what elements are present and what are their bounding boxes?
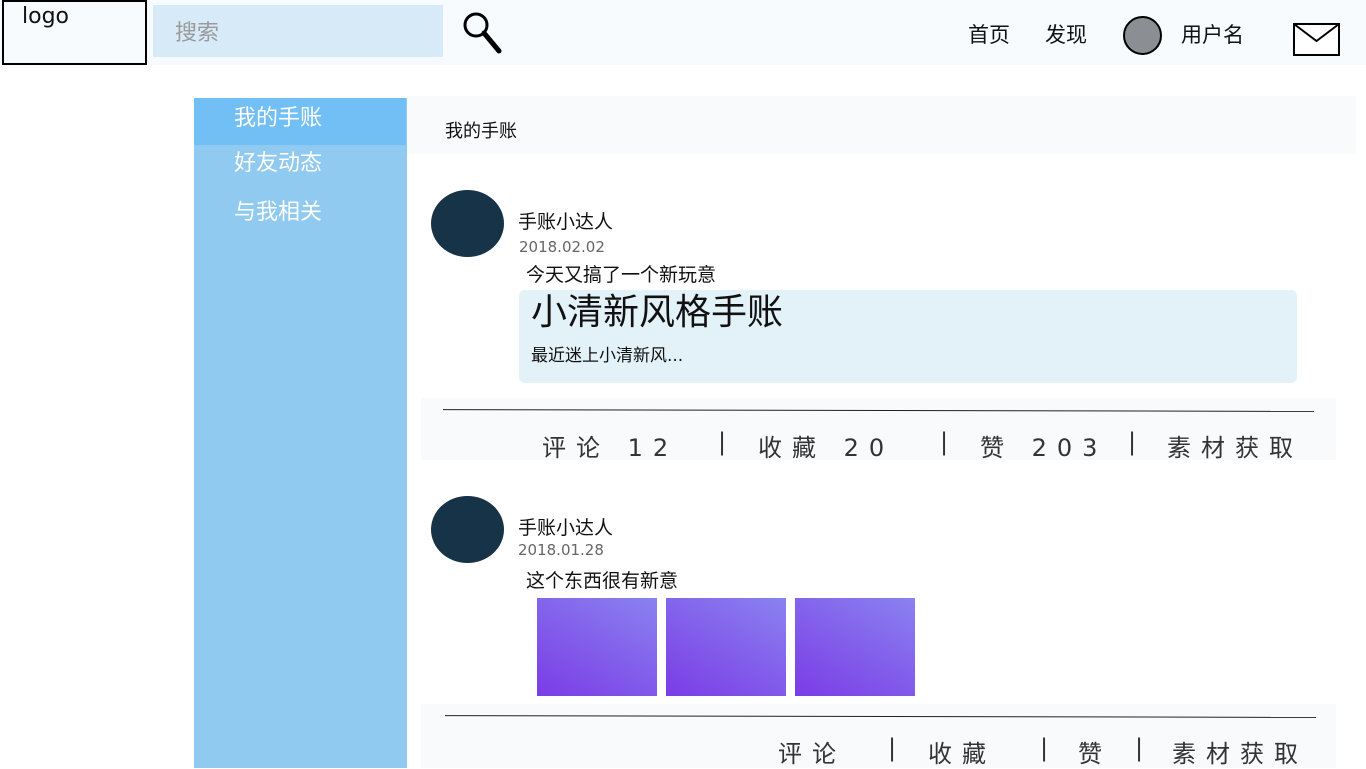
materials-button[interactable]: 素材获取 bbox=[1167, 428, 1303, 463]
divider bbox=[442, 409, 1315, 412]
comment-button[interactable]: 评论 bbox=[778, 734, 846, 769]
nav-home[interactable]: 首页 bbox=[968, 21, 1010, 49]
sidebar-item-my-journal[interactable]: 我的手账 bbox=[194, 98, 406, 145]
favorite-button[interactable]: 收藏 20 bbox=[758, 428, 894, 463]
favorite-button[interactable]: 收藏 bbox=[928, 734, 996, 769]
post-image[interactable] bbox=[666, 598, 786, 696]
separator: | bbox=[1128, 428, 1137, 456]
user-avatar[interactable] bbox=[1123, 16, 1162, 55]
post-author[interactable]: 手账小达人 bbox=[518, 513, 613, 540]
like-button[interactable]: 赞 bbox=[1078, 734, 1112, 769]
nav-discover[interactable]: 发现 bbox=[1045, 21, 1087, 49]
post-date: 2018.02.02 bbox=[519, 238, 605, 256]
post-author[interactable]: 手账小达人 bbox=[518, 207, 613, 234]
search-input[interactable]: 搜索 bbox=[153, 5, 443, 57]
comment-button[interactable]: 评论 12 bbox=[542, 428, 678, 463]
search-placeholder: 搜索 bbox=[175, 21, 220, 46]
separator: | bbox=[1135, 734, 1144, 762]
article-title: 小清新风格手账 bbox=[531, 292, 784, 333]
top-bar: logo 搜索 首页 发现 用户名 bbox=[0, 0, 1366, 65]
post-text: 这个东西很有新意 bbox=[526, 570, 679, 592]
mail-icon[interactable] bbox=[1293, 23, 1341, 57]
article-card[interactable]: 小清新风格手账 最近迷上小清新风... bbox=[519, 290, 1297, 383]
post-avatar[interactable] bbox=[431, 496, 504, 563]
post-image[interactable] bbox=[795, 598, 915, 696]
logo-text: logo bbox=[22, 4, 69, 29]
post-action-bar: 评论 12 | 收藏 20 | 赞 203 | 素材获取 bbox=[421, 398, 1336, 463]
article-summary: 最近迷上小清新风... bbox=[531, 346, 684, 366]
post-date: 2018.01.28 bbox=[518, 541, 604, 559]
main-header: 我的手账 bbox=[407, 96, 1356, 154]
post-image[interactable] bbox=[537, 598, 657, 696]
separator: | bbox=[1040, 734, 1049, 762]
post-avatar[interactable] bbox=[431, 190, 504, 257]
post-text: 今天又搞了一个新玩意 bbox=[526, 264, 717, 286]
separator: | bbox=[718, 428, 727, 456]
sidebar: 我的手账 好友动态 与我相关 bbox=[194, 98, 407, 768]
page-title: 我的手账 bbox=[445, 121, 517, 142]
like-button[interactable]: 赞 203 bbox=[980, 428, 1107, 463]
divider bbox=[444, 715, 1317, 718]
materials-button[interactable]: 素材获取 bbox=[1172, 734, 1308, 769]
separator: | bbox=[940, 428, 949, 456]
sidebar-item-friends-activity[interactable]: 好友动态 bbox=[194, 145, 407, 185]
search-icon[interactable] bbox=[460, 10, 504, 54]
sidebar-item-related-to-me[interactable]: 与我相关 bbox=[194, 194, 407, 234]
post-action-bar: 评论 | 收藏 | 赞 | 素材获取 bbox=[421, 704, 1336, 768]
username-link[interactable]: 用户名 bbox=[1181, 21, 1244, 49]
logo[interactable]: logo bbox=[2, 0, 147, 65]
separator: | bbox=[888, 734, 897, 762]
